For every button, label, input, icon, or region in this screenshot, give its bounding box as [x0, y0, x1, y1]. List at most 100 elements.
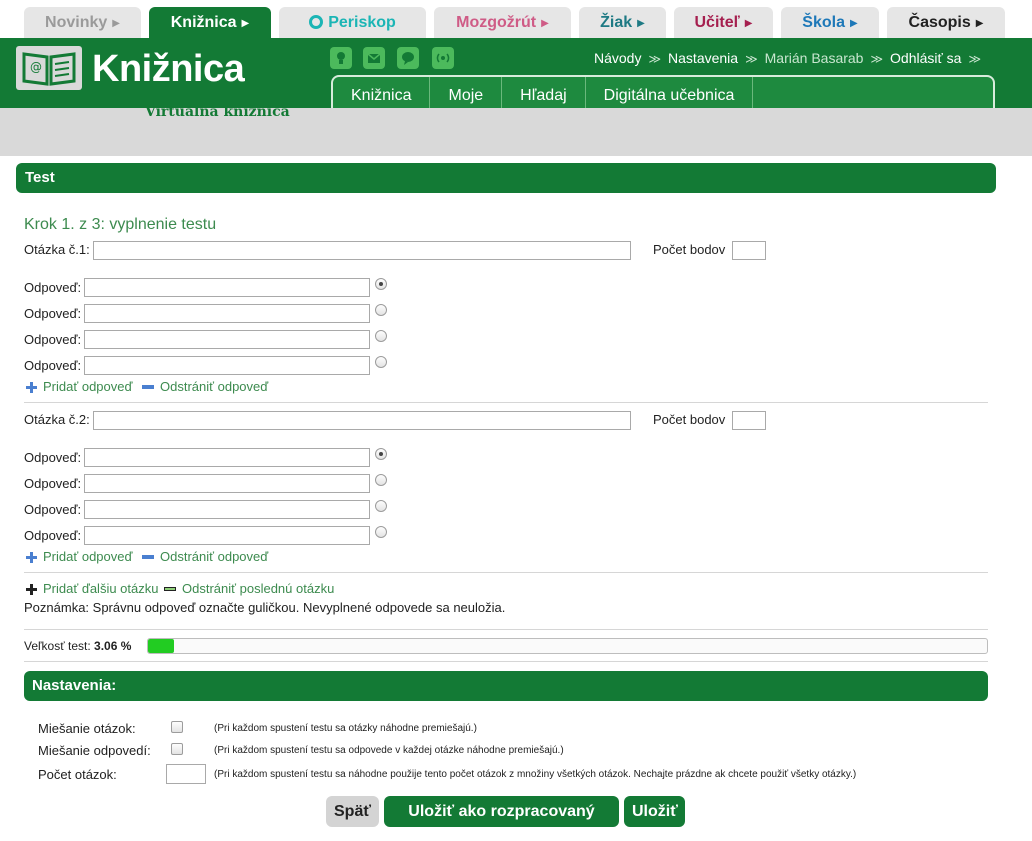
link-nastavenia[interactable]: Nastavenia [668, 50, 738, 66]
question-1-add-answer-link[interactable]: Pridať odpoveď [43, 379, 132, 394]
question-1-remove-answer-link[interactable]: Odstrániť odpoveď [160, 379, 268, 394]
step-title: Krok 1. z 3: vyplnenie testu [24, 216, 217, 233]
portal-tab-casopis[interactable]: Časopis ▶ [887, 7, 1005, 38]
portal-tab-mozgozrut[interactable]: Mozgožrút ▶ [434, 7, 571, 38]
portal-tab-label: Škola [802, 14, 845, 31]
divider [24, 661, 988, 662]
triangle-right-icon: ▶ [541, 18, 549, 29]
triangle-right-icon: ▶ [112, 18, 120, 29]
test-size-caption: Veľkosť test: [24, 639, 91, 653]
answer-label: Odpoveď: [24, 528, 82, 543]
test-size-label: Veľkosť test: 3.06 % [24, 639, 131, 653]
answer-label: Odpoveď: [24, 476, 82, 491]
broadcast-icon[interactable] [432, 47, 454, 69]
portal-tabs: Novinky ▶ Knižnica ▶ Periskop Mozgožrút ▶ Ž… [0, 0, 1032, 38]
portal-tab-ziak[interactable]: Žiak ▶ [579, 7, 666, 38]
portal-tab-label: Žiak [600, 14, 633, 31]
answer-label: Odpoveď: [24, 306, 82, 321]
question-2-add-answer-link[interactable]: Pridať odpoveď [43, 549, 132, 564]
shuffle-answers-checkbox[interactable] [171, 743, 183, 755]
shuffle-questions-label: Miešanie otázok: [38, 721, 136, 736]
chat-bubble-icon[interactable] [397, 47, 419, 69]
answer-label: Odpoveď: [24, 280, 82, 295]
answer-label: Odpoveď: [24, 358, 82, 373]
question-1-answer-2-input[interactable] [84, 304, 370, 323]
portal-tab-label: Knižnica [170, 14, 237, 31]
portal-tab-novinky[interactable]: Novinky ▶ [24, 7, 141, 38]
question-2-answer-2-input[interactable] [84, 474, 370, 493]
svg-text:@: @ [30, 60, 42, 74]
double-chevron-icon: ≫ [648, 52, 662, 66]
remove-question-link[interactable]: Odstrániť poslednú otázku [182, 581, 334, 596]
test-size-progress [147, 638, 988, 654]
question-2-points-input[interactable] [732, 411, 766, 430]
triangle-right-icon: ▶ [241, 18, 250, 29]
question-2-answer-3-input[interactable] [84, 500, 370, 519]
mail-icon[interactable] [363, 47, 385, 69]
back-button[interactable]: Späť [326, 796, 379, 827]
portal-tab-label: Novinky [45, 14, 108, 31]
shuffle-answers-hint: (Pri každom spustení testu sa odpovede v… [214, 745, 564, 756]
question-2-answer-3-radio[interactable] [375, 500, 387, 512]
question-1-input[interactable] [93, 241, 631, 260]
question-2-input[interactable] [93, 411, 631, 430]
question-1-answer-4-radio[interactable] [375, 356, 387, 368]
question-2-label: Otázka č.2: [24, 412, 90, 427]
question-2-answer-4-input[interactable] [84, 526, 370, 545]
settings-section-header: Nastavenia: [24, 671, 988, 701]
question-1-answer-2-radio[interactable] [375, 304, 387, 316]
divider [24, 572, 988, 573]
question-1-points-input[interactable] [732, 241, 766, 260]
shuffle-questions-checkbox[interactable] [171, 721, 183, 733]
question-count-label: Počet otázok: [38, 767, 117, 782]
question-1-answer-1-input[interactable] [84, 278, 370, 297]
portal-tab-kniznica[interactable]: Knižnica ▶ [149, 7, 271, 38]
site-subtitle: Virtuálna knižnica [145, 104, 290, 120]
portal-tab-label: Mozgožrút [456, 14, 537, 31]
link-user-name[interactable]: Marián Basarab [765, 50, 864, 66]
question-2-answer-4-radio[interactable] [375, 526, 387, 538]
double-chevron-icon: ≫ [745, 52, 758, 66]
question-1-answer-3-input[interactable] [84, 330, 370, 349]
double-chevron-icon: ≫ [968, 52, 981, 66]
portal-tab-label: Časopis [908, 14, 971, 31]
question-1-answer-3-radio[interactable] [375, 330, 387, 342]
add-question-link[interactable]: Pridať ďalšiu otázku [43, 581, 158, 596]
question-2-answer-1-radio[interactable] [375, 448, 387, 460]
link-navody[interactable]: Návody [594, 50, 641, 66]
minus-icon [142, 385, 154, 389]
portal-tab-label: Periskop [328, 14, 396, 31]
question-count-hint: (Pri každom spustení testu sa náhodne po… [214, 769, 857, 780]
plus-icon [26, 584, 37, 595]
portal-tab-periskop[interactable]: Periskop [279, 7, 426, 38]
minus-icon [142, 555, 154, 559]
test-size-value: 3.06 % [94, 639, 132, 653]
portal-tab-ucitel[interactable]: Učiteľ ▶ [674, 7, 773, 38]
question-2-answer-1-input[interactable] [84, 448, 370, 467]
save-button[interactable]: Uložiť [624, 796, 685, 827]
triangle-right-icon: ▶ [744, 18, 753, 29]
test-section-header: Test [16, 163, 996, 193]
lightbulb-icon[interactable] [330, 47, 352, 69]
question-2-answer-2-radio[interactable] [375, 474, 387, 486]
link-logout[interactable]: Odhlásiť sa [890, 50, 961, 66]
save-draft-button[interactable]: Uložiť ako rozpracovaný test [384, 796, 619, 841]
site-logo-text[interactable]: Knižnica [92, 48, 245, 91]
triangle-right-icon: ▶ [637, 18, 645, 29]
question-count-input[interactable] [166, 764, 206, 784]
triangle-right-icon: ▶ [975, 18, 984, 29]
question-1-answer-4-input[interactable] [84, 356, 370, 375]
shuffle-answers-label: Miešanie odpovedí: [38, 743, 151, 758]
question-1-points-label: Počet bodov [653, 242, 726, 257]
plus-icon [26, 382, 37, 393]
header-bottom-band: Virtuálna knižnica [0, 104, 1032, 156]
site-header: @ Knižnica Návody ≫ Nastavenia ≫ Marián Basa… [0, 38, 1032, 117]
book-logo-icon[interactable]: @ [16, 46, 82, 90]
question-1-answer-1-radio[interactable] [375, 278, 387, 290]
question-2-remove-answer-link[interactable]: Odstrániť odpoveď [160, 549, 268, 564]
portal-tab-skola[interactable]: Škola ▶ [781, 7, 879, 38]
periskop-logo-icon [309, 15, 324, 29]
minus-icon [164, 587, 176, 591]
answer-label: Odpoveď: [24, 502, 82, 517]
divider [24, 402, 988, 403]
